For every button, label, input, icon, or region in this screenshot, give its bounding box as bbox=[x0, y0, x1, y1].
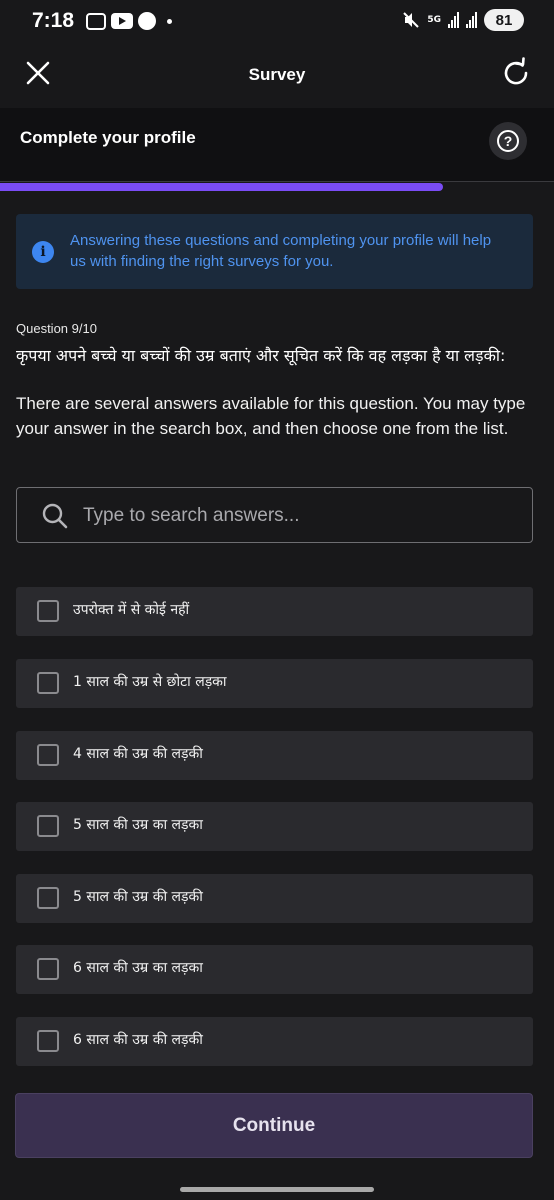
app-icon bbox=[138, 12, 157, 30]
question-number: Question 9/10 bbox=[16, 321, 97, 336]
mute-icon bbox=[403, 12, 420, 28]
network-type: 5G bbox=[427, 14, 441, 25]
status-bar: 7:18 5G 81 bbox=[0, 0, 554, 42]
notification-dot-icon bbox=[167, 18, 173, 24]
progress-bar bbox=[0, 183, 554, 191]
survey-screen: 7:18 5G 81 Survey Complete your profile … bbox=[0, 0, 554, 1200]
screen-record-icon bbox=[86, 12, 107, 30]
question-text: कृपया अपने बच्चे या बच्चों की उम्र बताएं… bbox=[16, 346, 506, 365]
option-label: 5 साल की उम्र का लड़का bbox=[73, 817, 203, 833]
answer-option[interactable]: उपरोक्त में से कोई नहीं bbox=[16, 587, 533, 636]
youtube-icon bbox=[111, 13, 134, 29]
signal-icon-2 bbox=[466, 12, 477, 28]
battery-icon: 81 bbox=[484, 9, 524, 31]
home-indicator[interactable] bbox=[180, 1187, 374, 1192]
status-system-icons: 5G 81 bbox=[402, 9, 524, 31]
info-text: Answering these questions and completing… bbox=[70, 232, 492, 270]
info-banner: i Answering these questions and completi… bbox=[16, 214, 533, 289]
profile-title: Complete your profile bbox=[20, 128, 196, 147]
option-checkbox[interactable] bbox=[37, 744, 59, 766]
answer-option[interactable]: 6 साल की उम्र का लड़का bbox=[16, 945, 533, 994]
option-checkbox[interactable] bbox=[37, 887, 59, 909]
search-input[interactable] bbox=[83, 498, 513, 534]
option-checkbox[interactable] bbox=[37, 1030, 59, 1052]
question-instructions: There are several answers available for … bbox=[16, 394, 526, 438]
search-icon bbox=[42, 503, 68, 529]
system-nav-bar bbox=[0, 1176, 554, 1200]
refresh-icon[interactable] bbox=[500, 57, 532, 89]
option-checkbox[interactable] bbox=[37, 672, 59, 694]
search-box[interactable] bbox=[16, 487, 533, 543]
option-checkbox[interactable] bbox=[37, 815, 59, 837]
option-label: 6 साल की उम्र का लड़का bbox=[73, 960, 203, 976]
answer-option[interactable]: 4 साल की उम्र की लड़की bbox=[16, 731, 533, 780]
option-label: 6 साल की उम्र की लड़की bbox=[73, 1032, 203, 1048]
answer-option[interactable]: 5 साल की उम्र की लड़की bbox=[16, 874, 533, 923]
app-header: Survey bbox=[0, 42, 554, 108]
help-button[interactable]: ? bbox=[489, 122, 527, 160]
page-title: Survey bbox=[248, 65, 306, 84]
progress-fill bbox=[0, 183, 444, 191]
option-label: 4 साल की उम्र की लड़की bbox=[73, 746, 203, 762]
answer-option[interactable]: 5 साल की उम्र का लड़का bbox=[16, 802, 533, 851]
status-notification-icons bbox=[86, 12, 173, 30]
profile-bar: Complete your profile ? bbox=[0, 108, 554, 182]
status-time: 7:18 bbox=[32, 9, 75, 32]
option-label: उपरोक्त में से कोई नहीं bbox=[73, 602, 190, 618]
signal-icon bbox=[448, 12, 459, 28]
answer-option[interactable]: 1 साल की उम्र से छोटा लड़का bbox=[16, 659, 533, 708]
info-icon: i bbox=[32, 241, 54, 263]
option-label: 5 साल की उम्र की लड़की bbox=[73, 889, 203, 905]
answer-option[interactable]: 6 साल की उम्र की लड़की bbox=[16, 1017, 533, 1066]
close-icon[interactable] bbox=[24, 59, 52, 87]
continue-button[interactable]: Continue bbox=[15, 1093, 533, 1158]
help-icon: ? bbox=[497, 130, 519, 152]
option-checkbox[interactable] bbox=[37, 600, 59, 622]
option-checkbox[interactable] bbox=[37, 958, 59, 980]
option-label: 1 साल की उम्र से छोटा लड़का bbox=[73, 674, 227, 690]
